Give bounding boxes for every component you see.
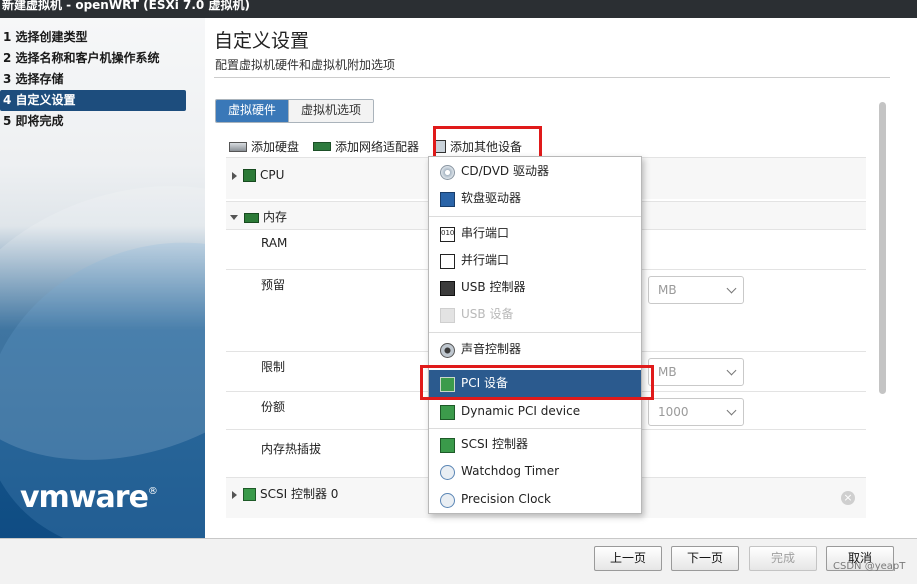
usb-controller-icon bbox=[440, 281, 455, 296]
cpu-icon bbox=[243, 169, 256, 182]
floppy-icon bbox=[440, 192, 455, 207]
menu-item-watchdog-timer[interactable]: Watchdog Timer bbox=[429, 458, 641, 485]
expand-arrow-icon[interactable] bbox=[232, 490, 237, 499]
next-button[interactable]: 下一页 bbox=[671, 546, 739, 571]
watermark: CSDN @yeapT bbox=[833, 561, 906, 572]
clock-icon bbox=[440, 493, 455, 508]
limit-label: 限制 bbox=[261, 360, 286, 374]
memory-label: 内存 bbox=[263, 210, 288, 224]
menu-item-scsi-controller[interactable]: SCSI 控制器 bbox=[429, 431, 641, 458]
menu-separator bbox=[429, 216, 641, 217]
scsi-icon bbox=[243, 488, 256, 501]
highlight-box-add-other bbox=[433, 126, 542, 160]
window-titlebar: 新建虚拟机 - openWRT (ESXi 7.0 虚拟机) bbox=[0, 0, 917, 18]
previous-button[interactable]: 上一页 bbox=[594, 546, 662, 571]
limit-unit-select[interactable]: MB bbox=[648, 358, 744, 386]
menu-separator bbox=[429, 428, 641, 429]
network-adapter-icon bbox=[313, 141, 332, 151]
tab-virtual-hardware[interactable]: 虚拟硬件 bbox=[216, 100, 289, 122]
add-disk-label: 添加硬盘 bbox=[251, 139, 300, 154]
finish-button: 完成 bbox=[749, 546, 817, 571]
serial-port-icon: 010 bbox=[440, 227, 455, 242]
memory-icon bbox=[244, 212, 259, 223]
step-ready-to-complete[interactable]: 5 即将完成 bbox=[0, 111, 205, 132]
scsi-label: SCSI 控制器 0 bbox=[260, 487, 339, 501]
menu-item-sound-controller[interactable]: 声音控制器 bbox=[429, 336, 641, 363]
menu-separator bbox=[429, 332, 641, 333]
step-select-name-os[interactable]: 2 选择名称和客户机操作系统 bbox=[0, 48, 205, 69]
step-select-creation-type[interactable]: 1 选择创建类型 bbox=[0, 27, 205, 48]
shares-select[interactable]: 1000 bbox=[648, 398, 744, 426]
watchdog-icon bbox=[440, 465, 455, 480]
page-title: 自定义设置 bbox=[214, 30, 310, 52]
menu-item-parallel-port[interactable]: 并行端口 bbox=[429, 247, 641, 274]
add-nic-label: 添加网络适配器 bbox=[335, 139, 420, 154]
add-network-adapter-button[interactable]: 添加网络适配器 bbox=[313, 138, 419, 155]
menu-item-precision-clock[interactable]: Precision Clock bbox=[429, 486, 641, 513]
step-customize-settings[interactable]: 4 自定义设置 bbox=[0, 90, 186, 111]
collapse-arrow-icon[interactable] bbox=[230, 215, 238, 220]
reservation-unit-select[interactable]: MB bbox=[648, 276, 744, 304]
hard-disk-icon bbox=[229, 142, 247, 152]
step-select-storage[interactable]: 3 选择存储 bbox=[0, 69, 205, 90]
cd-dvd-icon bbox=[440, 165, 455, 180]
cpu-label: CPU bbox=[260, 168, 285, 182]
highlight-box-pci-device bbox=[420, 365, 654, 400]
sound-icon bbox=[440, 343, 455, 358]
wizard-steps: 1 选择创建类型 2 选择名称和客户机操作系统 3 选择存储 4 自定义设置 5… bbox=[0, 27, 205, 132]
parallel-port-icon bbox=[440, 254, 455, 269]
menu-item-serial-port[interactable]: 010 串行端口 bbox=[429, 220, 641, 247]
chevron-down-icon bbox=[726, 365, 737, 376]
menu-item-cd-dvd[interactable]: CD/DVD 驱动器 bbox=[429, 158, 641, 185]
scrollbar[interactable] bbox=[879, 102, 886, 394]
scsi-icon bbox=[440, 438, 455, 453]
tab-vm-options[interactable]: 虚拟机选项 bbox=[288, 100, 374, 122]
expand-arrow-icon[interactable] bbox=[232, 171, 237, 180]
wizard-sidebar: 1 选择创建类型 2 选择名称和客户机操作系统 3 选择存储 4 自定义设置 5… bbox=[0, 18, 205, 538]
menu-item-usb-device: USB 设备 bbox=[429, 301, 641, 328]
menu-item-dynamic-pci-device[interactable]: Dynamic PCI device bbox=[429, 398, 641, 425]
reservation-label: 预留 bbox=[261, 278, 286, 292]
vmware-logo: vmware® bbox=[20, 480, 158, 515]
usb-device-icon bbox=[440, 308, 455, 323]
chevron-down-icon bbox=[726, 283, 737, 294]
ram-label: RAM bbox=[261, 236, 288, 250]
add-disk-button[interactable]: 添加硬盘 bbox=[229, 138, 299, 155]
chevron-down-icon bbox=[726, 405, 737, 416]
add-other-device-menu: CD/DVD 驱动器 软盘驱动器 010 串行端口 并行端口 USB 控制器 U… bbox=[428, 156, 642, 514]
menu-item-usb-controller[interactable]: USB 控制器 bbox=[429, 274, 641, 301]
divider bbox=[214, 77, 890, 78]
settings-tabs: 虚拟硬件 虚拟机选项 bbox=[215, 99, 375, 123]
pci-icon bbox=[440, 405, 455, 420]
remove-device-icon[interactable]: × bbox=[841, 491, 855, 505]
page-subtitle: 配置虚拟机硬件和虚拟机附加选项 bbox=[215, 58, 396, 72]
menu-item-floppy[interactable]: 软盘驱动器 bbox=[429, 185, 641, 212]
shares-label: 份额 bbox=[261, 400, 286, 414]
window-title: 新建虚拟机 - openWRT (ESXi 7.0 虚拟机) bbox=[2, 0, 250, 12]
hot-add-label: 内存热插拔 bbox=[261, 442, 322, 456]
